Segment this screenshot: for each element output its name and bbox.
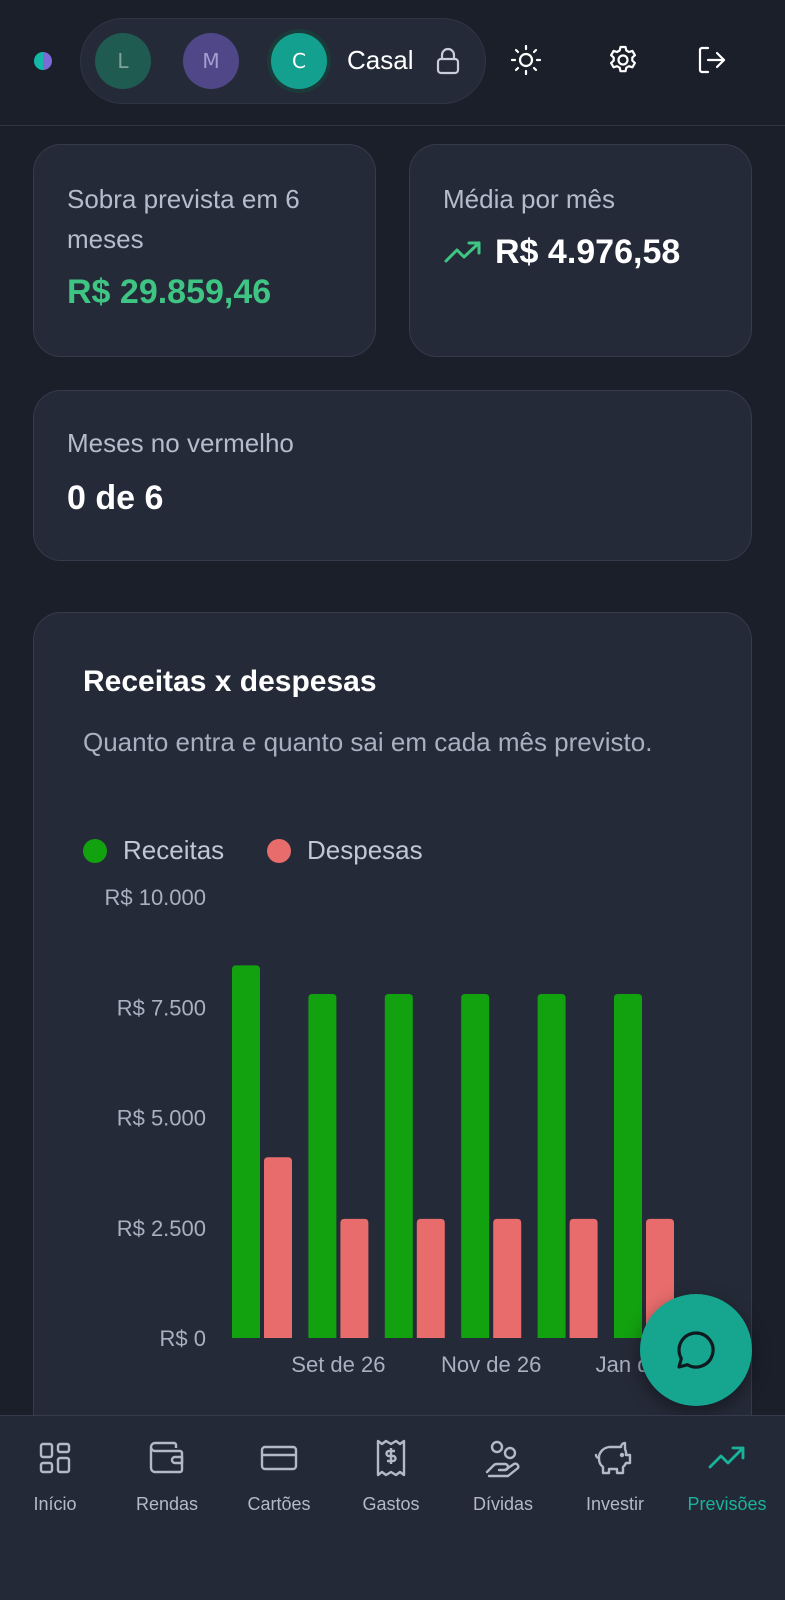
surplus-value: R$ 29.859,46	[67, 273, 272, 311]
nav-item-rendas[interactable]: Rendas	[112, 1436, 222, 1515]
average-label: Média por mês	[443, 184, 615, 214]
nav-item-inicio[interactable]: Início	[0, 1436, 110, 1515]
red-months-card: Meses no vermelho 0 de 6	[33, 390, 752, 561]
chat-bubble-icon	[677, 1331, 715, 1369]
nav-item-previsoes[interactable]: Previsões	[672, 1436, 782, 1515]
legend-label-receitas: Receitas	[123, 835, 225, 865]
legend-item-despesas[interactable]: Despesas	[267, 835, 423, 866]
chat-button[interactable]	[640, 1294, 752, 1406]
wallet-icon	[112, 1436, 222, 1480]
nav-label-rendas: Rendas	[135, 1494, 199, 1514]
bar-receitas[interactable]	[384, 994, 413, 1338]
profile-avatar-c[interactable]: C	[271, 33, 327, 89]
average-card: Média por mês R$ 4.976,58	[409, 144, 752, 357]
red-months-value: 0 de 6	[67, 479, 164, 517]
y-tick-label: R$ 7.500	[117, 995, 206, 1020]
lock-icon	[435, 47, 461, 79]
bar-despesas[interactable]	[340, 1218, 369, 1338]
top-bar: L M C Casal	[0, 0, 785, 126]
app-logo	[34, 52, 52, 70]
bar-receitas[interactable]	[308, 994, 337, 1338]
piggy-bank-icon	[560, 1436, 670, 1480]
y-tick-label: R$ 0	[160, 1326, 206, 1351]
bar-despesas[interactable]	[569, 1218, 598, 1338]
chart-title: Receitas x despesas	[83, 665, 377, 698]
legend-item-receitas[interactable]: Receitas	[83, 835, 224, 866]
red-months-label: Meses no vermelho	[67, 428, 294, 458]
hand-coins-icon	[448, 1436, 558, 1480]
bar-despesas[interactable]	[493, 1218, 522, 1338]
active-profile-name: Casal	[347, 45, 414, 75]
y-tick-label: R$ 10.000	[104, 885, 206, 910]
settings-gear-icon[interactable]	[605, 42, 641, 78]
grid-icon	[0, 1436, 110, 1480]
bar-receitas[interactable]	[614, 994, 642, 1338]
profile-avatar-l[interactable]: L	[95, 33, 151, 89]
bar-despesas[interactable]	[264, 1157, 292, 1338]
chart-subtitle: Quanto entra e quanto sai em cada mês pr…	[83, 727, 653, 757]
average-value: R$ 4.976,58	[495, 233, 681, 271]
theme-toggle-sun-icon[interactable]	[508, 42, 544, 78]
nav-item-investir[interactable]: Investir	[560, 1436, 670, 1515]
nav-item-cartoes[interactable]: Cartões	[224, 1436, 334, 1515]
nav-label-inicio: Início	[33, 1494, 77, 1514]
y-tick-label: R$ 5.000	[117, 1106, 206, 1131]
nav-item-dividas[interactable]: Dívidas	[448, 1436, 558, 1515]
nav-label-investir: Investir	[585, 1494, 645, 1514]
nav-label-dividas: Dívidas	[472, 1494, 534, 1514]
bar-despesas[interactable]	[416, 1218, 445, 1338]
legend-label-despesas: Despesas	[307, 835, 423, 865]
trending-up-icon	[443, 239, 483, 271]
card-icon	[224, 1436, 334, 1480]
legend-dot-despesas	[267, 838, 291, 863]
nav-label-gastos: Gastos	[362, 1494, 420, 1514]
bottom-nav: Início Rendas Cartões Gastos Dívidas Inv…	[0, 1415, 785, 1600]
logout-icon[interactable]	[694, 42, 730, 78]
x-tick-label: Nov de 26	[441, 1352, 541, 1377]
surplus-label: Sobra prevista em 6 meses	[67, 184, 300, 254]
y-tick-label: R$ 2.500	[117, 1216, 206, 1241]
profile-switcher: L M C Casal	[80, 18, 486, 104]
bar-receitas[interactable]	[461, 994, 490, 1338]
profile-avatar-m[interactable]: M	[183, 33, 239, 89]
trending-up-icon	[672, 1436, 782, 1480]
bar-receitas[interactable]	[537, 994, 566, 1338]
bar-receitas[interactable]	[232, 965, 260, 1338]
nav-item-gastos[interactable]: Gastos	[336, 1436, 446, 1515]
receipt-icon	[336, 1436, 446, 1480]
nav-label-cartoes: Cartões	[247, 1494, 311, 1514]
x-tick-label: Set de 26	[291, 1352, 385, 1377]
legend-dot-receitas	[83, 838, 107, 863]
nav-label-previsoes: Previsões	[687, 1494, 767, 1514]
surplus-card: Sobra prevista em 6 meses R$ 29.859,46	[33, 144, 376, 357]
